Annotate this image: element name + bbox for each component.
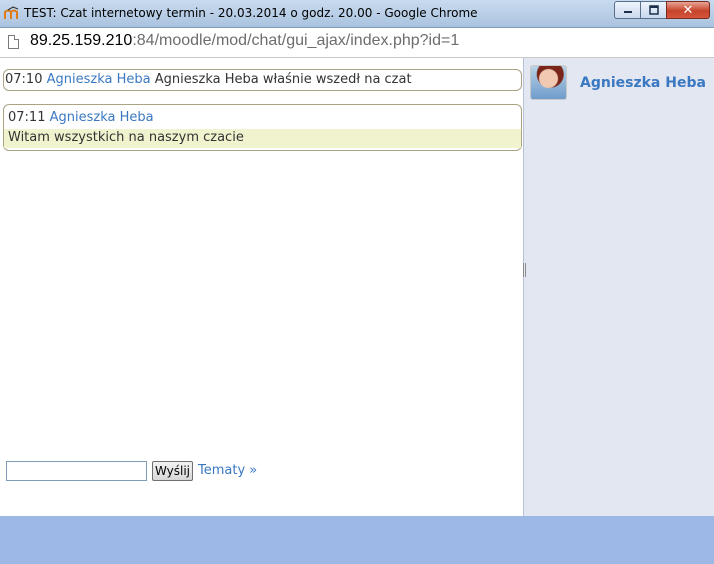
document-icon [8, 35, 19, 49]
url-text[interactable]: 89.25.159.210:84/moodle/mod/chat/gui_aja… [30, 32, 459, 50]
send-button[interactable]: Wyślij [152, 461, 193, 481]
themes-link[interactable]: Tematy » [198, 463, 257, 478]
user-list: Agnieszka Heba [523, 58, 714, 516]
user-name-link[interactable]: Agnieszka Heba [580, 75, 706, 91]
close-icon: ✕ [682, 2, 694, 18]
address-bar[interactable]: 89.25.159.210:84/moodle/mod/chat/gui_aja… [0, 28, 714, 58]
message-text: Agnieszka Heba właśnie wszedł na czat [154, 72, 412, 87]
messages-pane: 07:10 Agnieszka Heba Agnieszka Heba właś… [0, 58, 523, 516]
message-user-link[interactable]: Agnieszka Heba [50, 110, 154, 125]
moodle-icon [4, 6, 19, 19]
message-time: 07:11 [8, 110, 46, 125]
url-host: 89.25.159.210 [30, 32, 133, 49]
window-controls: ✕ [614, 1, 710, 19]
message-input[interactable] [6, 461, 147, 481]
minimize-button[interactable] [614, 1, 640, 19]
message-text: Witam wszystkich na naszym czacie [4, 129, 521, 148]
maximize-button[interactable] [640, 1, 666, 19]
message-time: 07:10 [5, 72, 43, 87]
avatar[interactable] [531, 66, 566, 99]
user-list-item[interactable]: Agnieszka Heba [531, 66, 706, 99]
compose-bar [0, 516, 714, 564]
chat-message: 07:11 Agnieszka Heba Witam wszystkich na… [3, 104, 522, 151]
pane-splitter-handle[interactable] [523, 263, 526, 277]
window-titlebar: TEST: Czat internetowy termin - 20.03.20… [0, 0, 714, 28]
maximize-icon [648, 5, 659, 15]
message-user-link[interactable]: Agnieszka Heba [47, 72, 151, 87]
minimize-icon [623, 11, 632, 13]
chat-page: 07:10 Agnieszka Heba Agnieszka Heba właś… [0, 58, 714, 564]
url-path: :84/moodle/mod/chat/gui_ajax/index.php?i… [132, 32, 460, 49]
system-message: 07:10 Agnieszka Heba Agnieszka Heba właś… [3, 69, 522, 91]
window-title: TEST: Czat internetowy termin - 20.03.20… [24, 6, 478, 20]
close-button[interactable]: ✕ [666, 1, 710, 19]
